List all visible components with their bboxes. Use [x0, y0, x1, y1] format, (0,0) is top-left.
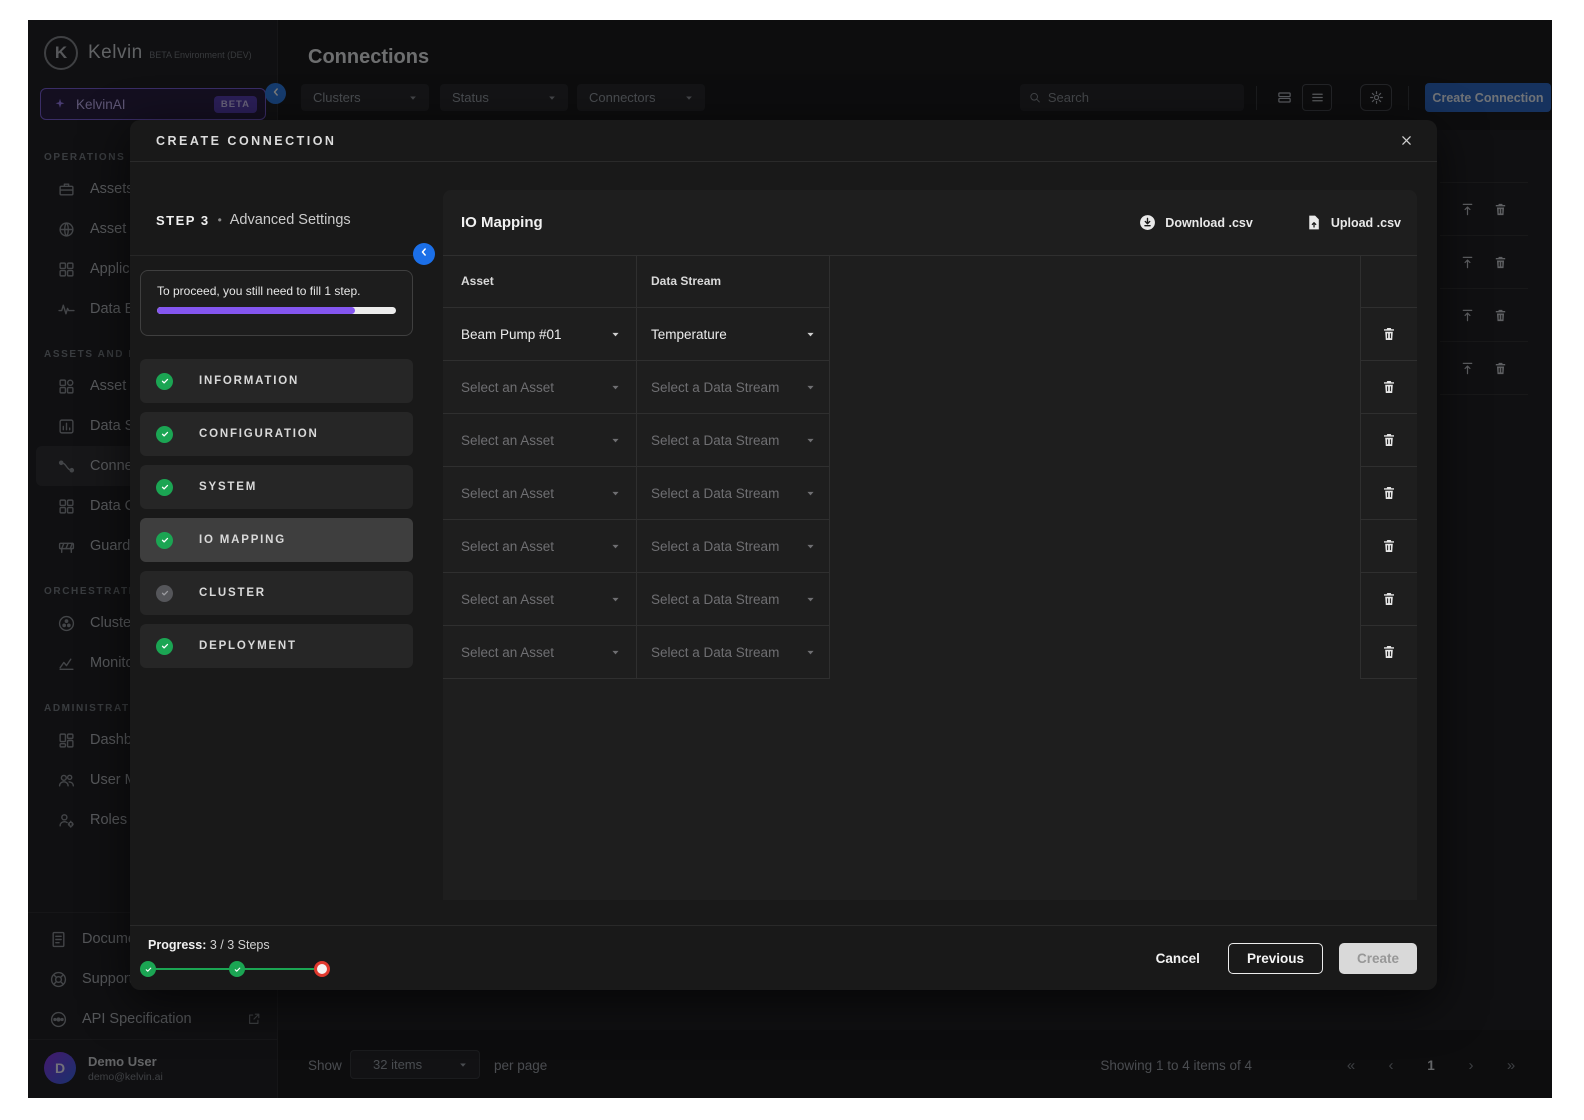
chevron-down-icon — [804, 593, 817, 606]
delete-row-cell — [1361, 414, 1417, 467]
trash-icon[interactable] — [1381, 432, 1397, 448]
chevron-down-icon — [804, 646, 817, 659]
asset-select[interactable]: Select an Asset — [443, 520, 637, 572]
io-mapping-row: Select an Asset Select a Data Stream — [443, 361, 830, 414]
previous-button[interactable]: Previous — [1227, 942, 1323, 974]
io-mapping-row: Select an Asset Select a Data Stream — [443, 414, 830, 467]
io-mapping-panel: IO Mapping Download .csv Upload .csv Ass… — [443, 190, 1417, 900]
divider — [130, 255, 425, 256]
upload-icon — [1305, 214, 1322, 231]
asset-select[interactable]: Select an Asset — [443, 361, 637, 413]
step-heading: STEP 3 • Advanced Settings — [156, 212, 351, 228]
delete-row-cell — [1361, 626, 1417, 679]
pending-check-icon — [156, 584, 173, 602]
modal-header: CREATE CONNECTION — [130, 120, 1437, 162]
check-icon — [156, 531, 173, 549]
stepper-current-node — [314, 961, 330, 977]
modal-footer: Progress: 3 / 3 Steps Cancel Previous Cr… — [130, 925, 1437, 990]
asset-select[interactable]: Select an Asset — [443, 414, 637, 466]
chevron-left-icon — [418, 245, 430, 263]
chevron-down-icon — [609, 593, 622, 606]
create-button[interactable]: Create — [1338, 942, 1417, 974]
trash-icon[interactable] — [1381, 485, 1397, 501]
progress-label: Progress: 3 / 3 Steps — [148, 938, 270, 952]
wizard-step-information[interactable]: INFORMATION — [140, 359, 413, 403]
data-stream-select[interactable]: Select a Data Stream — [637, 414, 830, 466]
chevron-down-icon — [609, 381, 622, 394]
trash-icon[interactable] — [1381, 379, 1397, 395]
progress-notice: To proceed, you still need to fill 1 ste… — [140, 270, 413, 336]
delete-row-cell — [1361, 361, 1417, 414]
download-csv-button[interactable]: Download .csv — [1139, 214, 1253, 231]
chevron-down-icon — [804, 328, 817, 341]
io-mapping-title: IO Mapping — [461, 214, 543, 231]
data-stream-select[interactable]: Select a Data Stream — [637, 573, 830, 625]
wizard-step-io-mapping[interactable]: IO MAPPING — [140, 518, 413, 562]
delete-row-cell — [1361, 573, 1417, 626]
data-stream-select[interactable]: Select a Data Stream — [637, 467, 830, 519]
chevron-down-icon — [804, 487, 817, 500]
asset-select[interactable]: Select an Asset — [443, 626, 637, 678]
check-icon — [156, 372, 173, 390]
io-mapping-row: Select an Asset Select a Data Stream — [443, 520, 830, 573]
progress-stepper — [140, 960, 340, 978]
wizard-step-deployment[interactable]: DEPLOYMENT — [140, 624, 413, 668]
close-icon[interactable] — [1395, 130, 1417, 152]
data-stream-select[interactable]: Select a Data Stream — [637, 361, 830, 413]
trash-icon[interactable] — [1381, 644, 1397, 660]
modal-title: CREATE CONNECTION — [156, 133, 337, 148]
data-stream-select[interactable]: Select a Data Stream — [637, 520, 830, 572]
chevron-down-icon — [804, 434, 817, 447]
screen: K Kelvin BETA Environment (DEV) KelvinAI… — [0, 0, 1584, 1120]
check-icon — [156, 425, 173, 443]
wizard-step-system[interactable]: SYSTEM — [140, 465, 413, 509]
io-mapping-titlebar: IO Mapping Download .csv Upload .csv — [461, 190, 1401, 255]
wizard-step-configuration[interactable]: CONFIGURATION — [140, 412, 413, 456]
io-mapping-row: Select an Asset Select a Data Stream — [443, 467, 830, 520]
app-window: K Kelvin BETA Environment (DEV) KelvinAI… — [28, 20, 1552, 1098]
notice-progress-fill — [157, 307, 356, 314]
upload-csv-button[interactable]: Upload .csv — [1305, 214, 1401, 231]
trash-icon[interactable] — [1381, 326, 1397, 342]
trash-icon[interactable] — [1381, 591, 1397, 607]
step-list: INFORMATION CONFIGURATION SYSTEM IO MAPPING… — [140, 359, 413, 677]
delete-row-cell — [1361, 308, 1417, 361]
io-mapping-row: Select an Asset Select a Data Stream — [443, 573, 830, 626]
io-mapping-row: Select an Asset Select a Data Stream — [443, 626, 830, 679]
download-icon — [1139, 214, 1156, 231]
modal-step-panel: STEP 3 • Advanced Settings To proceed, y… — [130, 162, 425, 925]
asset-select[interactable]: Select an Asset — [443, 573, 637, 625]
io-table-header: Asset Data Stream — [443, 255, 830, 308]
io-table-delete-column — [1360, 255, 1417, 679]
cancel-button[interactable]: Cancel — [1144, 945, 1212, 972]
data-stream-select[interactable]: Temperature — [637, 308, 830, 360]
delete-column-header — [1361, 255, 1417, 308]
io-mapping-row: Beam Pump #01 Temperature — [443, 308, 830, 361]
trash-icon[interactable] — [1381, 538, 1397, 554]
asset-select[interactable]: Beam Pump #01 — [443, 308, 637, 360]
wizard-step-cluster[interactable]: CLUSTER — [140, 571, 413, 615]
io-mapping-table: Asset Data Stream Beam Pump #01 Temperatu… — [443, 255, 830, 679]
check-icon — [156, 478, 173, 496]
delete-row-cell — [1361, 467, 1417, 520]
delete-row-cell — [1361, 520, 1417, 573]
stepper-done-node — [229, 961, 245, 977]
chevron-down-icon — [804, 540, 817, 553]
chevron-down-icon — [609, 434, 622, 447]
chevron-down-icon — [609, 646, 622, 659]
chevron-down-icon — [609, 328, 622, 341]
check-icon — [156, 637, 173, 655]
chevron-down-icon — [609, 540, 622, 553]
stepper-done-node — [140, 961, 156, 977]
chevron-down-icon — [609, 487, 622, 500]
asset-select[interactable]: Select an Asset — [443, 467, 637, 519]
data-stream-select[interactable]: Select a Data Stream — [637, 626, 830, 678]
notice-progress-track — [157, 307, 396, 314]
create-connection-modal: CREATE CONNECTION STEP 3 • Advanced Sett… — [130, 120, 1437, 990]
panel-collapse-button[interactable] — [413, 243, 435, 265]
chevron-down-icon — [804, 381, 817, 394]
